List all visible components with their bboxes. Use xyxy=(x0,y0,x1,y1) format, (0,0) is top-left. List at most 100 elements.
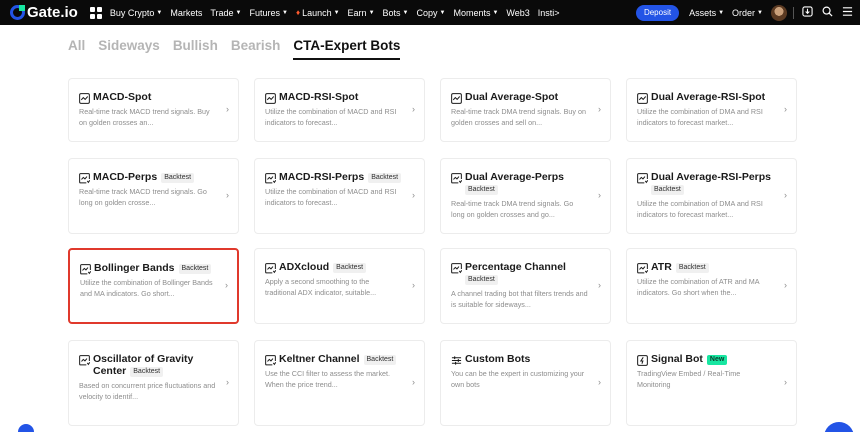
bot-card-dual-average-spot[interactable]: Dual Average-Spot Real-time track DMA tre… xyxy=(440,78,611,142)
chevron-down-icon: ▼ xyxy=(333,9,340,16)
assets-menu[interactable]: Assets ▼ xyxy=(689,8,724,18)
chevron-right-icon: › xyxy=(784,104,787,114)
bot-card-custom-bots[interactable]: Custom Bots You can be the expert in cust… xyxy=(440,340,611,426)
card-title: MACD-Perps Backtest xyxy=(93,171,220,183)
assets-label: Assets xyxy=(689,7,717,18)
card-title-text: Dual Average-RSI-Perps xyxy=(651,171,772,183)
card-title: Dual Average-RSI-Perps Backtest xyxy=(651,171,778,195)
backtest-badge: Backtest xyxy=(368,173,402,183)
nav-item-label: Futures xyxy=(249,7,281,18)
support-bubble-icon[interactable] xyxy=(18,424,34,432)
nav-item-markets[interactable]: Markets xyxy=(170,8,202,18)
nav-item-label: Buy Crypto xyxy=(109,7,155,18)
card-description: Use the CCI filter to assess the market.… xyxy=(265,369,391,389)
card-title: Dual Average-Spot xyxy=(465,91,592,103)
chevron-right-icon: › xyxy=(412,190,415,200)
bot-card-macd-rsi-perps[interactable]: MACD-RSI-Perps Backtest Utilize the combin… xyxy=(254,158,425,234)
new-badge: New xyxy=(706,355,728,365)
card-title-text: Dual Average-Perps xyxy=(465,171,565,183)
tab-sideways[interactable]: Sideways xyxy=(98,36,160,60)
order-label: Order xyxy=(732,7,756,18)
card-title: Dual Average-RSI-Spot xyxy=(651,91,778,103)
avatar[interactable] xyxy=(771,4,787,21)
bot-card-oscillator-of-gravity-center[interactable]: Oscillator of Gravity Center Backtest Base… xyxy=(68,340,239,426)
card-description: Real-time track DMA trend signals. Go lo… xyxy=(451,199,574,219)
deposit-button[interactable]: Deposit xyxy=(635,4,680,21)
bot-card-atr[interactable]: ATR Backtest Utilize the combination of AT… xyxy=(626,248,797,324)
backtest-badge: Backtest xyxy=(675,263,709,273)
chevron-right-icon: › xyxy=(412,377,415,387)
nav-item-moments[interactable]: Moments ▼ xyxy=(453,8,498,18)
fire-icon: ♦ xyxy=(295,8,301,17)
menu-icon[interactable] xyxy=(840,6,854,20)
chevron-down-icon: ▼ xyxy=(368,9,375,16)
nav-item-label: Moments xyxy=(453,7,491,18)
tab-cta-expert-bots[interactable]: CTA-Expert Bots xyxy=(293,36,401,60)
bot-card-macd-rsi-spot[interactable]: MACD-RSI-Spot Utilize the combination of … xyxy=(254,78,425,142)
card-description: Utilize the combination of MACD and RSI … xyxy=(265,107,397,127)
card-description: Apply a second smoothing to the traditio… xyxy=(265,277,377,297)
gate-logo[interactable]: Gate.io xyxy=(10,0,78,25)
search-icon[interactable] xyxy=(820,6,834,20)
chevron-right-icon: › xyxy=(784,377,787,387)
backtest-badge: Backtest xyxy=(651,185,684,195)
sliders-icon xyxy=(451,353,462,365)
card-description: Utilize the combination of Bollinger Ban… xyxy=(80,278,213,298)
download-icon[interactable] xyxy=(800,5,814,20)
nav-item-label: Copy xyxy=(416,7,438,18)
backtest-badge: Backtest xyxy=(161,173,195,183)
tab-all[interactable]: All xyxy=(68,36,85,60)
trend-chart-icon xyxy=(265,91,276,104)
card-title: Bollinger Bands Backtest xyxy=(94,262,219,274)
bot-card-dual-average-rsi-perps[interactable]: Dual Average-RSI-Perps Backtest Utilize th… xyxy=(626,158,797,234)
order-menu[interactable]: Order ▼ xyxy=(732,8,763,18)
card-title: Keltner Channel Backtest xyxy=(279,353,406,365)
futures-chart-icon xyxy=(265,171,277,184)
nav-item-web3[interactable]: Web3 xyxy=(506,8,529,18)
card-title-text: Custom Bots xyxy=(465,353,531,365)
backtest-badge: Backtest xyxy=(465,275,498,285)
nav-item-bots[interactable]: Bots ▼ xyxy=(383,8,409,18)
trend-chart-icon xyxy=(79,91,90,104)
apps-grid-icon[interactable] xyxy=(89,6,102,19)
nav-item-label: Earn xyxy=(347,7,367,18)
tab-bearish[interactable]: Bearish xyxy=(231,36,281,60)
bot-card-bollinger-bands[interactable]: Bollinger Bands Backtest Utilize the combi… xyxy=(68,248,239,324)
chat-bubble-icon[interactable] xyxy=(824,422,854,432)
tab-bullish[interactable]: Bullish xyxy=(173,36,218,60)
bot-card-macd-perps[interactable]: MACD-Perps Backtest Real-time track MACD t… xyxy=(68,158,239,234)
chevron-right-icon: › xyxy=(784,190,787,200)
card-title-text: MACD-Perps xyxy=(93,171,158,183)
bot-card-keltner-channel[interactable]: Keltner Channel Backtest Use the CCI filte… xyxy=(254,340,425,426)
nav-menu: Buy Crypto ▼ Markets Trade ▼ Futures ▼ ♦ Launch ▼… xyxy=(110,0,568,25)
card-title: MACD-RSI-Perps Backtest xyxy=(279,171,406,183)
bot-card-macd-spot[interactable]: MACD-Spot Real-time track MACD trend sign… xyxy=(68,78,239,142)
card-description: Real-time track DMA trend signals. Buy o… xyxy=(451,107,587,127)
nav-item-earn[interactable]: Earn ▼ xyxy=(348,8,375,18)
card-description: Utilize the combination of MACD and RSI … xyxy=(265,187,397,207)
bot-card-dual-average-rsi-spot[interactable]: Dual Average-RSI-Spot Utilize the combina… xyxy=(626,78,797,142)
nav-item-insti[interactable]: Insti> xyxy=(538,8,560,18)
chevron-right-icon: › xyxy=(784,280,787,290)
chevron-right-icon: › xyxy=(226,377,229,387)
chevron-right-icon: › xyxy=(225,280,228,290)
backtest-badge: Backtest xyxy=(363,355,397,365)
card-title-text: Percentage Channel xyxy=(465,261,566,273)
nav-item-launch[interactable]: ♦ Launch ▼ xyxy=(296,8,340,18)
chevron-right-icon: › xyxy=(598,377,601,387)
bot-card-percentage-channel[interactable]: Percentage Channel Backtest A channel trad… xyxy=(440,248,611,324)
bot-card-signal-bot[interactable]: Signal Bot New TradingView Embed / Real-Ti… xyxy=(626,340,797,426)
chevron-down-icon: ▼ xyxy=(402,9,409,16)
bot-card-adxcloud[interactable]: ADXcloud Backtest Apply a second smoothing… xyxy=(254,248,425,324)
nav-item-copy[interactable]: Copy ▼ xyxy=(416,8,445,18)
nav-right: Deposit Assets ▼ Order ▼ xyxy=(635,0,860,25)
nav-item-trade[interactable]: Trade ▼ xyxy=(210,8,241,18)
chevron-down-icon: ▼ xyxy=(718,9,725,16)
nav-item-futures[interactable]: Futures ▼ xyxy=(250,8,288,18)
nav-item-buy-crypto[interactable]: Buy Crypto ▼ xyxy=(110,8,162,18)
card-title-text: MACD-RSI-Perps xyxy=(279,171,365,183)
backtest-badge: Backtest xyxy=(130,367,164,377)
nav-divider xyxy=(793,6,794,19)
bot-card-dual-average-perps[interactable]: Dual Average-Perps Backtest Real-time trac… xyxy=(440,158,611,234)
chevron-right-icon: › xyxy=(412,104,415,114)
